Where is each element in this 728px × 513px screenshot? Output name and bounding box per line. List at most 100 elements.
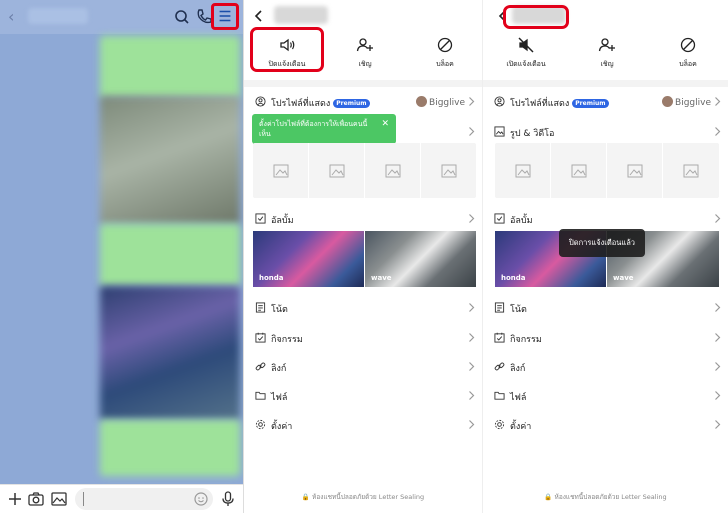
premium-badge: Premium [572,99,609,108]
image-placeholder-icon [273,164,288,177]
notes-icon [255,302,266,313]
name-highlight-box [503,5,569,29]
chat-settings-panel-before: ปิดแจ้งเตือน เชิญ บล็อค โปรไฟล์ที่แสดง Pr… [243,0,482,513]
links-label: ลิงก์ [510,364,526,374]
profile-tip-text: ตั้งค่าโปรไฟล์ที่ต้องการให้เพื่อนคนนี้เห… [259,120,368,138]
album-row[interactable]: อัลบั้ม [483,209,728,229]
media-thumbnail[interactable] [607,143,663,198]
profile-display-value: Bigglive [675,98,711,108]
block-button[interactable]: บล็อค [410,36,480,70]
chat-panel: ‹ [0,0,243,513]
chevron-right-icon [469,97,475,106]
links-label: ลิงก์ [271,364,287,374]
album-label: อัลบั้ม [510,216,533,226]
files-row[interactable]: ไฟล์ [483,386,728,406]
media-thumbnail[interactable] [495,143,551,198]
album-cover-honda[interactable]: honda [253,231,364,287]
events-row[interactable]: กิจกรรม [483,328,728,348]
links-row[interactable]: ลิงก์ [483,357,728,377]
settings-label: ตั้งค่า [271,422,293,432]
media-row[interactable]: รูป & วิดีโอ [483,122,728,142]
invite-button[interactable]: เชิญ [330,36,400,70]
chevron-right-icon [715,97,721,106]
chat-input-bar [0,484,243,513]
invite-button[interactable]: เชิญ [572,36,642,70]
notification-off-toast: ปิดการแจ้งเตือนแล้ว [559,229,646,257]
files-label: ไฟล์ [510,393,527,403]
profile-display-row[interactable]: โปรไฟล์ที่แสดง Premium Bigglive [483,92,728,112]
files-label: ไฟล์ [271,393,288,403]
media-thumbnail[interactable] [421,143,476,198]
chevron-right-icon [469,214,475,223]
notes-row[interactable]: โน้ต [244,298,482,318]
calendar-icon [494,332,505,343]
footer-text: ห้องแชทนี้ปลอดภัยด้วย Letter Sealing [554,493,667,501]
events-row[interactable]: กิจกรรม [244,328,482,348]
chat-title-blurred [28,8,88,24]
chevron-right-icon [715,303,721,312]
media-thumbnail[interactable] [663,143,719,198]
profile-icon [494,96,505,107]
chevron-right-icon [715,391,721,400]
search-icon[interactable] [172,7,192,27]
speaker-icon [280,38,295,52]
message-input[interactable] [75,488,213,510]
media-thumbnail[interactable] [309,143,365,198]
notes-label: โน้ต [510,305,527,315]
calendar-icon [255,332,266,343]
media-thumbnail[interactable] [551,143,607,198]
chat-message-bubble [100,420,240,476]
block-icon [437,37,453,53]
links-row[interactable]: ลิงก์ [244,357,482,377]
notification-off-text: ปิดการแจ้งเตือนแล้ว [569,238,636,247]
media-thumbnail[interactable] [253,143,309,198]
events-label: กิจกรรม [271,335,303,345]
chevron-right-icon [469,391,475,400]
mute-button[interactable]: ปิดแจ้งเตือน [252,36,322,70]
close-icon[interactable]: ✕ [381,119,389,129]
section-divider [483,80,728,87]
chevron-right-icon [715,362,721,371]
chat-image-message [100,286,240,420]
chevron-right-icon [715,214,721,223]
block-label: บล็อค [436,60,454,68]
image-placeholder-icon [515,164,530,177]
block-button[interactable]: บล็อค [653,36,723,70]
camera-icon[interactable] [27,490,45,508]
notes-icon [494,302,505,313]
chevron-right-icon [469,420,475,429]
album-icon [255,213,266,224]
menu-icon [219,10,231,22]
media-thumbnail[interactable] [365,143,421,198]
files-row[interactable]: ไฟล์ [244,386,482,406]
add-person-icon [356,38,373,52]
chevron-right-icon [469,362,475,371]
album-row[interactable]: อัลบั้ม [244,209,482,229]
back-icon[interactable]: ‹ [8,7,14,26]
settings-row[interactable]: ตั้งค่า [244,415,482,435]
menu-button-highlighted[interactable] [211,3,239,30]
chevron-right-icon [469,333,475,342]
image-placeholder-icon [441,164,456,177]
chevron-right-icon [469,127,475,136]
back-icon[interactable] [253,9,265,23]
plus-icon[interactable] [6,490,24,508]
letter-sealing-footer: 🔒 ห้องแชทนี้ปลอดภัยด้วย Letter Sealing [301,493,425,501]
unmute-button[interactable]: เปิดแจ้งเตือน [491,36,561,70]
text-cursor [83,492,84,506]
chevron-right-icon [715,127,721,136]
avatar [662,96,674,107]
microphone-icon[interactable] [219,490,237,508]
profile-display-value: Bigglive [429,98,465,108]
profile-display-row[interactable]: โปรไฟล์ที่แสดง Premium Bigglive [244,92,482,112]
section-divider [244,80,482,87]
album-cover-wave[interactable]: wave [365,231,476,287]
invite-label: เชิญ [600,60,614,68]
image-icon[interactable] [50,490,68,508]
gear-icon [255,419,266,430]
album-label: อัลบั้ม [271,216,294,226]
settings-row[interactable]: ตั้งค่า [483,415,728,435]
notes-row[interactable]: โน้ต [483,298,728,318]
folder-icon [494,391,505,400]
emoji-icon[interactable] [193,491,209,507]
